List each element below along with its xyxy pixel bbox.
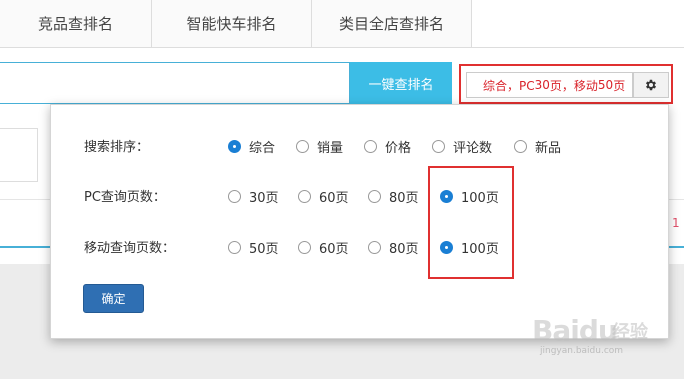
radio-icon	[228, 241, 241, 254]
watermark-logo: Baidu	[532, 314, 618, 347]
button-label: 一键查排名	[368, 77, 434, 93]
pc-pages-label: PC查询页数：	[84, 190, 166, 205]
summary-text-end: 页	[613, 78, 626, 93]
radio-icon	[296, 140, 309, 153]
gear-icon	[645, 79, 657, 91]
tab-label: 类目全店查排名	[338, 15, 444, 33]
option-label: 60页	[319, 242, 349, 257]
background-card	[0, 128, 38, 182]
settings-gear-button[interactable]	[633, 72, 669, 98]
radio-icon	[368, 241, 381, 254]
radio-icon	[298, 190, 311, 203]
one-click-rank-button[interactable]: 一键查排名	[350, 62, 452, 104]
option-label: 80页	[389, 191, 419, 206]
radio-icon	[364, 140, 377, 153]
radio-icon	[432, 140, 445, 153]
option-label: 销量	[317, 141, 344, 156]
option-label: 价格	[385, 141, 412, 156]
settings-summary[interactable]: 综合，PC 30 页，移动 50 页	[466, 72, 633, 98]
option-label: 评论数	[453, 141, 493, 156]
tab-category-store-ranking[interactable]: 类目全店查排名	[312, 0, 472, 48]
radio-icon	[298, 241, 311, 254]
mobile-pages-option-80[interactable]: 80页	[368, 238, 419, 257]
sort-option-new[interactable]: 新品	[514, 137, 561, 156]
summary-pc-pages: 30	[534, 78, 550, 92]
pc-pages-option-30[interactable]: 30页	[228, 187, 279, 206]
tab-bar-spacer	[472, 0, 684, 48]
pc-pages-option-60[interactable]: 60页	[298, 187, 349, 206]
option-label: 80页	[389, 242, 419, 257]
option-label: 新品	[535, 141, 562, 156]
tab-label: 竞品查排名	[37, 15, 113, 33]
summary-mobile-pages: 50	[597, 78, 614, 92]
watermark-url: jingyan.baidu.com	[540, 346, 624, 356]
tab-competitor-ranking[interactable]: 竞品查排名	[0, 0, 152, 48]
option-label: 50页	[249, 242, 279, 257]
sort-option-comprehensive[interactable]: 综合	[228, 137, 275, 156]
mobile-pages-label: 移动查询页数：	[84, 241, 176, 256]
radio-icon	[514, 140, 527, 153]
pc-pages-option-80[interactable]: 80页	[368, 187, 419, 206]
summary-text: 页，移动	[549, 78, 598, 93]
highlight-box	[428, 166, 514, 279]
search-input[interactable]	[0, 62, 350, 104]
sort-option-sales[interactable]: 销量	[296, 137, 343, 156]
confirm-button[interactable]: 确定	[83, 284, 144, 313]
sort-label: 搜索排序：	[84, 140, 150, 155]
button-label: 确定	[101, 292, 126, 306]
page-number[interactable]: 1	[672, 216, 680, 230]
tab-smart-express-ranking[interactable]: 智能快车排名	[152, 0, 312, 48]
mobile-pages-option-60[interactable]: 60页	[298, 238, 349, 257]
sort-option-reviews[interactable]: 评论数	[432, 137, 492, 156]
mobile-pages-option-50[interactable]: 50页	[228, 238, 279, 257]
option-label: 60页	[319, 191, 349, 206]
settings-highlight-box: 综合，PC 30 页，移动 50 页	[459, 64, 673, 104]
summary-sort: 综合，PC	[483, 78, 535, 93]
sort-option-price[interactable]: 价格	[364, 137, 411, 156]
option-label: 综合	[249, 141, 276, 156]
option-label: 30页	[249, 191, 279, 206]
watermark-text: 经验	[612, 322, 648, 343]
query-settings-popup: 搜索排序： 综合 销量 价格 评论数 新品 PC查询页数： 30页 60页 80…	[50, 104, 669, 339]
tab-bar: 竞品查排名 智能快车排名 类目全店查排名	[0, 0, 684, 48]
radio-icon	[368, 190, 381, 203]
tab-label: 智能快车排名	[186, 15, 277, 33]
radio-selected-icon	[228, 140, 241, 153]
radio-icon	[228, 190, 241, 203]
